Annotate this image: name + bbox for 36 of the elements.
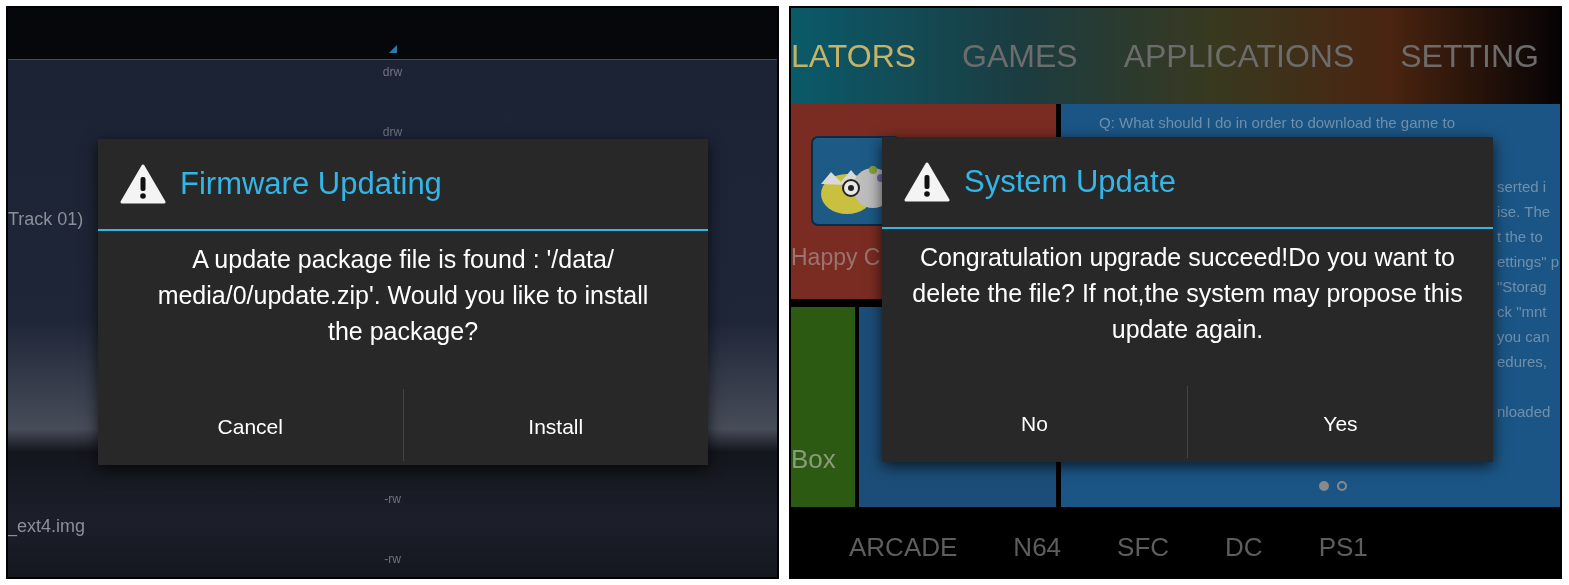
platform-tab[interactable]: DC: [1225, 527, 1263, 567]
dialog-button[interactable]: No: [882, 386, 1187, 462]
app-tile[interactable]: Box: [791, 307, 855, 507]
tile-label: Box: [791, 443, 836, 476]
faq-text: t the to: [1497, 227, 1543, 247]
dialog-button[interactable]: Cancel: [98, 389, 403, 465]
dialog-message: A update package file is found : '/data/ media/0/update.zip'. Would you like to install the package?: [156, 244, 650, 347]
platform-tab[interactable]: SFC: [1117, 527, 1170, 567]
category-tab[interactable]: APPLICATIONS: [1123, 32, 1355, 80]
tile-label: Happy C: [791, 243, 881, 272]
dialog-button[interactable]: Install: [403, 389, 708, 465]
faq-text: Q: What should I do in order to download the game to: [1099, 113, 1456, 133]
faq-text: ise. The: [1497, 202, 1551, 222]
faq-text: you can: [1497, 327, 1550, 347]
sort-triangle-icon: [388, 45, 397, 53]
faq-text: nloaded: [1497, 402, 1551, 422]
platform-tab[interactable]: N64: [1013, 527, 1062, 567]
file-permissions: -rw: [384, 551, 401, 568]
faq-text: serted i: [1497, 177, 1547, 197]
faq-text: "Storag: [1497, 277, 1547, 297]
faq-text: edures,: [1497, 352, 1548, 372]
category-tab[interactable]: LATORS: [791, 32, 917, 80]
platform-tab[interactable]: PS1: [1318, 527, 1368, 567]
faq-text: ck "mnt: [1497, 302, 1547, 322]
dialog-button[interactable]: Yes: [1188, 386, 1493, 462]
file-permissions: drw: [382, 64, 403, 81]
file-permissions: drw: [382, 124, 403, 141]
category-tab[interactable]: SETTING: [1400, 32, 1539, 80]
file-permissions: -rw: [384, 491, 401, 508]
warning-icon: [120, 164, 166, 204]
platform-tab[interactable]: ARCADE: [849, 527, 958, 567]
warning-icon: [904, 162, 950, 202]
dialog-title: Firmware Updating: [180, 164, 442, 203]
category-tab[interactable]: GAMES: [962, 32, 1078, 80]
faq-text: ettings" p: [1497, 252, 1560, 272]
file-name: Track 01): [8, 208, 84, 231]
